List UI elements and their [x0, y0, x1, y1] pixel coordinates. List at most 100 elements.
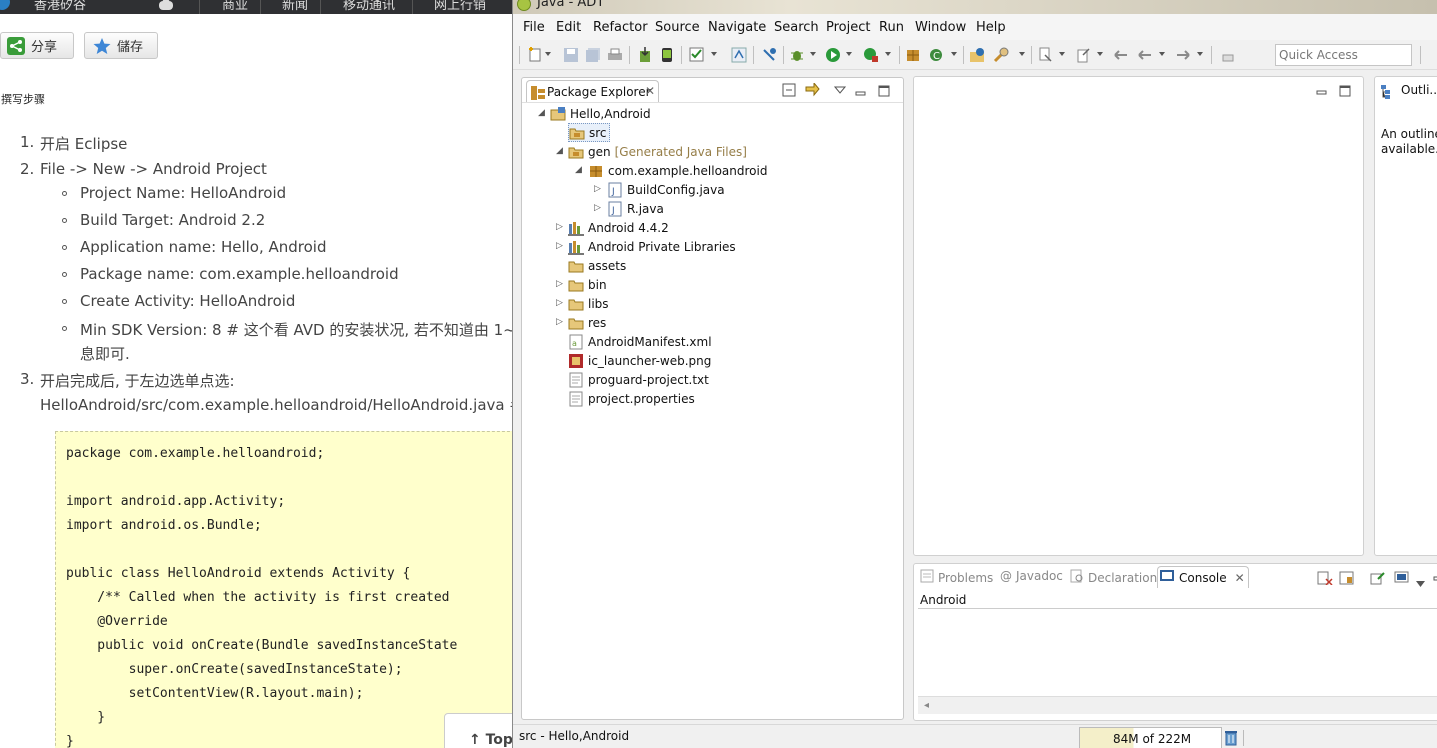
- tree-item-java-file[interactable]: J R.java: [607, 199, 664, 218]
- menu-project[interactable]: Project: [826, 20, 870, 35]
- code-line: @Override: [66, 614, 168, 629]
- nav-item[interactable]: 网上行销: [434, 0, 486, 13]
- view-menu-icon[interactable]: [833, 80, 847, 99]
- android-sdk-manager-icon[interactable]: [637, 47, 653, 63]
- tab-outline[interactable]: Outli...: [1401, 83, 1437, 97]
- print-icon[interactable]: [607, 47, 623, 63]
- share-button[interactable]: 分享: [0, 32, 74, 59]
- new-icon[interactable]: [527, 47, 543, 63]
- save-button[interactable]: 儲存: [84, 32, 158, 59]
- maximize-icon[interactable]: [878, 82, 890, 101]
- code-line: setContentView(R.layout.main);: [66, 686, 364, 701]
- lint-check-icon[interactable]: [689, 47, 705, 63]
- close-icon[interactable]: ✕: [645, 84, 655, 98]
- nav-item[interactable]: 商业: [222, 0, 248, 13]
- minimize-icon[interactable]: [1433, 571, 1437, 590]
- menu-search[interactable]: Search: [774, 20, 819, 35]
- code-block: package com.example.helloandroid; import…: [55, 431, 512, 748]
- outline-message: An outline available.: [1381, 127, 1437, 156]
- tree-item-file[interactable]: a AndroidManifest.xml: [568, 332, 712, 351]
- tree-item-file[interactable]: project.properties: [568, 389, 695, 408]
- menu-refactor[interactable]: Refactor: [593, 20, 648, 35]
- svg-text:a: a: [572, 339, 577, 348]
- maximize-icon[interactable]: [1339, 82, 1351, 101]
- open-type-icon[interactable]: [969, 47, 985, 63]
- code-line: }: [66, 734, 74, 748]
- tree-item-src[interactable]: src: [568, 123, 610, 142]
- tree-item-folder[interactable]: assets: [568, 256, 626, 275]
- tree-item-folder[interactable]: res: [568, 313, 606, 332]
- console-tab-label[interactable]: Console ✕: [1160, 569, 1245, 586]
- scroll-left-icon[interactable]: ◂: [924, 700, 929, 711]
- view-menu-icon[interactable]: [1416, 573, 1426, 592]
- scroll-lock-icon[interactable]: [1339, 570, 1355, 589]
- menu-source[interactable]: Source: [655, 20, 700, 35]
- close-icon[interactable]: ✕: [1235, 571, 1245, 585]
- menu-run[interactable]: Run: [879, 20, 904, 35]
- collapse-all-icon[interactable]: [782, 82, 796, 101]
- horizontal-scrollbar[interactable]: ◂: [918, 696, 1437, 714]
- tree-item-project[interactable]: Hello,Android: [550, 104, 651, 123]
- site-top-bar: 香港矽谷 商业 新闻 移动通讯 网上行销: [0, 0, 512, 14]
- tree-item-library[interactable]: Android 4.4.2: [568, 218, 669, 237]
- source-folder-icon: [568, 144, 584, 160]
- nav-item[interactable]: 移动通讯: [343, 0, 395, 13]
- tree-item-package[interactable]: com.example.helloandroid: [588, 161, 767, 180]
- tree-item-label: project.properties: [588, 391, 695, 406]
- next-annotation-icon[interactable]: [1037, 47, 1053, 63]
- window-title-bar[interactable]: Java - ADT: [513, 0, 1437, 14]
- tab-package-explorer[interactable]: Package Explorer ✕: [526, 80, 659, 102]
- no-switch-icon[interactable]: [761, 47, 777, 63]
- tree-item-file[interactable]: ic_launcher-web.png: [568, 351, 711, 370]
- garbage-collect-icon[interactable]: [1224, 730, 1238, 748]
- menu-help[interactable]: Help: [976, 20, 1006, 35]
- previous-annotation-icon[interactable]: [1075, 47, 1091, 63]
- sub-item: Application name: Hello, Android: [80, 238, 327, 256]
- tree-item-library[interactable]: Android Private Libraries: [568, 237, 736, 256]
- back-icon[interactable]: [1137, 47, 1153, 63]
- minimize-icon[interactable]: [1316, 83, 1328, 102]
- pin-editor-icon[interactable]: [1219, 47, 1235, 63]
- quick-access-field[interactable]: Quick Access: [1275, 44, 1412, 66]
- run-icon[interactable]: [825, 47, 841, 63]
- search-icon[interactable]: [993, 47, 1009, 63]
- tree-item-gen[interactable]: gen [Generated Java Files]: [568, 142, 747, 161]
- tab-javadoc[interactable]: @ Javadoc: [1000, 569, 1063, 583]
- link-with-editor-icon[interactable]: [804, 81, 820, 101]
- android-xml-icon[interactable]: [731, 47, 747, 63]
- editor-area[interactable]: [913, 76, 1364, 556]
- android-avd-manager-icon[interactable]: [659, 47, 675, 63]
- code-line: /** Called when the activity is first cr…: [66, 590, 450, 605]
- user-icon[interactable]: [157, 0, 175, 10]
- save-all-icon[interactable]: [585, 47, 601, 63]
- external-tools-icon[interactable]: [863, 47, 879, 63]
- tree-item-java-file[interactable]: J BuildConfig.java: [607, 180, 725, 199]
- debug-icon[interactable]: [789, 47, 805, 63]
- new-java-class-icon[interactable]: C: [928, 47, 944, 63]
- save-icon[interactable]: [563, 47, 579, 63]
- menu-window[interactable]: Window: [915, 20, 966, 35]
- heap-status[interactable]: 84M of 222M: [1079, 727, 1222, 748]
- menu-navigate[interactable]: Navigate: [708, 20, 766, 35]
- svg-text:J: J: [611, 206, 615, 216]
- tree-item-folder[interactable]: bin: [568, 275, 607, 294]
- tree-item-file[interactable]: proguard-project.txt: [568, 370, 709, 389]
- minimize-icon[interactable]: [855, 84, 867, 103]
- bottom-panel: Problems @ Javadoc Declaration Console ✕…: [913, 563, 1437, 721]
- menu-edit[interactable]: Edit: [556, 20, 581, 35]
- step-path: HelloAndroid/src/com.example.helloandroi…: [40, 396, 512, 414]
- clear-console-icon[interactable]: [1317, 570, 1333, 589]
- forward-icon[interactable]: [1175, 47, 1191, 63]
- nav-item[interactable]: 新闻: [282, 0, 308, 13]
- tab-problems[interactable]: Problems: [920, 569, 993, 586]
- back-to-top-button[interactable]: ↑ Top: [444, 713, 512, 748]
- site-name[interactable]: 香港矽谷: [34, 0, 86, 13]
- step-text: 开启完成后, 于左边选单点选:: [40, 372, 235, 390]
- last-edit-location-icon[interactable]: [1113, 47, 1129, 63]
- menu-file[interactable]: File: [523, 20, 545, 35]
- pin-console-icon[interactable]: [1370, 570, 1386, 589]
- tree-item-folder[interactable]: libs: [568, 294, 609, 313]
- new-java-package-icon[interactable]: [905, 47, 921, 63]
- display-console-icon[interactable]: [1394, 570, 1410, 589]
- tab-declaration[interactable]: Declaration: [1070, 569, 1157, 586]
